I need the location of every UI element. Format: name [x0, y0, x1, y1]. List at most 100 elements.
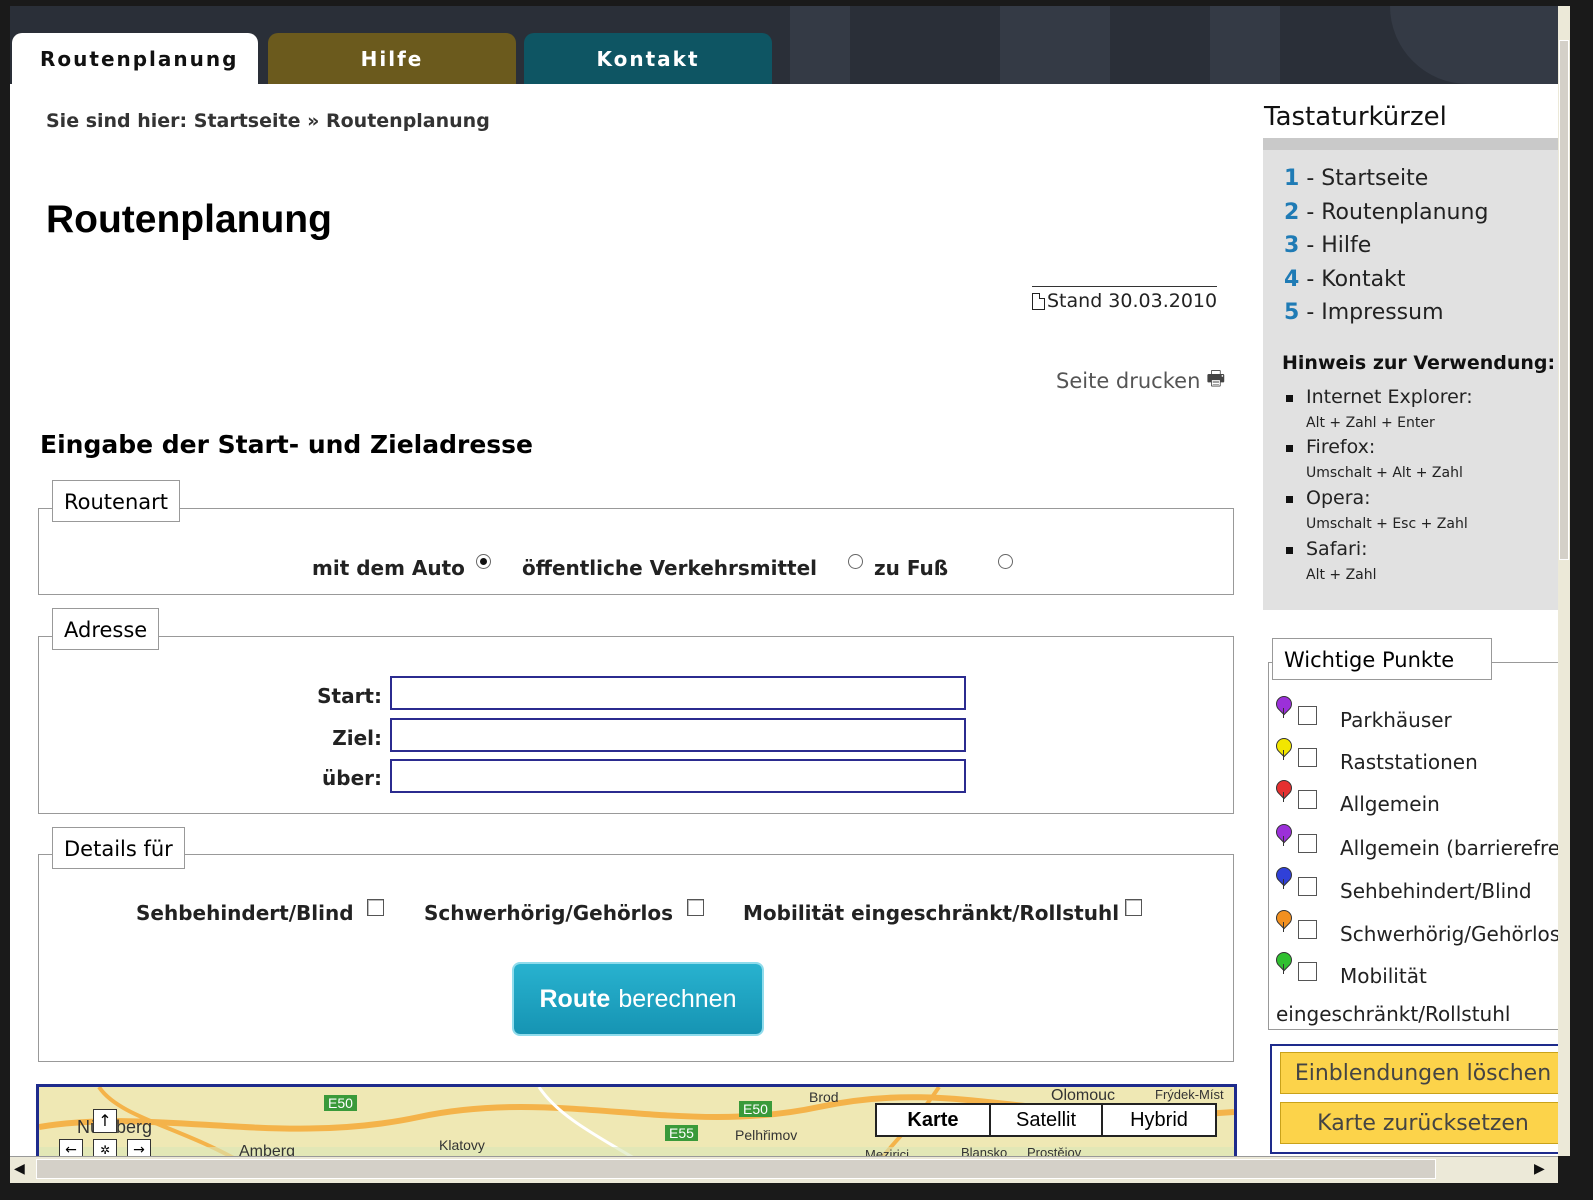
map[interactable]: E50 E50 E55 Amberg Klatovy Brod Pelhřimo… [36, 1084, 1237, 1156]
poi-checkbox[interactable] [1298, 706, 1317, 725]
poi-label-wrap: eingeschränkt/Rollstuhl [1276, 1002, 1511, 1026]
browser-viewport: Routenplanung Hilfe Kontakt Sie sind hie… [10, 6, 1558, 1156]
clear-overlays-button[interactable]: Einblendungen löschen [1280, 1052, 1558, 1094]
route-button-rest: berechnen [618, 984, 737, 1013]
route-berechnen-button[interactable]: Route berechnen [514, 964, 762, 1034]
vertical-scroll-thumb[interactable] [1559, 40, 1569, 560]
details-legend: Details für [52, 827, 185, 869]
hint-safari-keys: Alt + Zahl [1306, 567, 1377, 583]
radio-auto[interactable] [476, 554, 491, 569]
poi-checkbox[interactable] [1298, 920, 1317, 939]
document-icon [1032, 292, 1045, 310]
header-decoration [1390, 6, 1558, 84]
start-input[interactable] [390, 676, 966, 710]
print-label: Seite drucken [1056, 369, 1201, 393]
scroll-left-icon[interactable]: ◀ [14, 1161, 25, 1177]
poi-label: Sehbehindert/Blind [1340, 879, 1532, 903]
horizontal-scrollbar[interactable]: ◀ ▶ [10, 1156, 1558, 1183]
hint-opera: Opera: [1286, 487, 1371, 509]
map-label: Mezirici [865, 1147, 910, 1156]
details-label-gehoerlos: Schwerhörig/Gehörlos [424, 901, 674, 925]
sidebar-title: Tastaturkürzel [1264, 102, 1447, 132]
hint-title: Hinweis zur Verwendung: [1282, 352, 1556, 374]
horizontal-scroll-thumb[interactable] [36, 1159, 1436, 1179]
tab-kontakt[interactable]: Kontakt [524, 33, 772, 84]
shortcut-startseite[interactable]: 1 - Startseite [1284, 166, 1428, 191]
map-label: Blansko [961, 1145, 1008, 1156]
poi-checkbox[interactable] [1298, 748, 1317, 767]
map-pan-left-icon[interactable]: ← [59, 1139, 83, 1156]
routenart-fieldset [38, 508, 1234, 595]
tab-routenplanung[interactable]: Routenplanung [12, 33, 258, 84]
map-label: E55 [665, 1125, 698, 1141]
radio-label-auto: mit dem Auto [312, 556, 465, 580]
shortcut-kontakt[interactable]: 4 - Kontakt [1284, 267, 1405, 292]
map-label: E50 [739, 1101, 772, 1117]
map-type-karte[interactable]: Karte [875, 1103, 991, 1137]
map-type-satellit[interactable]: Satellit [989, 1103, 1103, 1137]
map-label: Pelhřimov [735, 1127, 798, 1143]
details-label-rollstuhl: Mobilität eingeschränkt/Rollstuhl [743, 901, 1120, 925]
details-label-blind: Sehbehindert/Blind [136, 901, 354, 925]
poi-label: Schwerhörig/Gehörlos [1340, 922, 1558, 946]
poi-legend: Wichtige Punkte [1272, 638, 1492, 680]
shortcuts-box-top [1263, 138, 1558, 150]
scroll-right-icon[interactable]: ▶ [1534, 1161, 1545, 1177]
reset-map-button[interactable]: Karte zurücksetzen [1280, 1102, 1558, 1144]
radio-oepnv[interactable] [848, 554, 864, 569]
map-center-icon[interactable]: ✲ [93, 1139, 117, 1156]
ziel-label: Ziel: [332, 726, 382, 750]
poi-checkbox[interactable] [1298, 790, 1317, 809]
poi-label: Allgemein [1340, 792, 1440, 816]
route-button-bold: Route [539, 984, 611, 1013]
hint-ie-keys: Alt + Zahl + Enter [1306, 415, 1435, 431]
shortcut-impressum[interactable]: 5 - Impressum [1284, 300, 1444, 325]
hint-firefox-keys: Umschalt + Alt + Zahl [1306, 465, 1463, 481]
tab-hilfe[interactable]: Hilfe [268, 33, 516, 84]
map-pan-up-icon[interactable]: ↑ [93, 1109, 117, 1133]
poi-checkbox[interactable] [1298, 834, 1317, 853]
poi-label: Allgemein (barrierefrei) [1340, 836, 1558, 860]
printer-icon: 🖶 [1206, 366, 1226, 390]
start-label: Start: [317, 684, 382, 708]
map-pan-right-icon[interactable]: → [127, 1139, 151, 1156]
hint-safari: Safari: [1286, 538, 1368, 560]
poi-label: Raststationen [1340, 750, 1478, 774]
map-label: Prostějov [1027, 1145, 1082, 1156]
header-decoration [1210, 6, 1280, 84]
ueber-input[interactable] [390, 759, 966, 793]
map-label: Frýdek-Míst [1155, 1087, 1224, 1102]
ueber-label: über: [322, 766, 382, 790]
poi-checkbox[interactable] [1298, 962, 1317, 981]
last-updated-text: Stand 30.03.2010 [1047, 290, 1218, 312]
adresse-legend: Adresse [52, 608, 160, 650]
hint-opera-keys: Umschalt + Esc + Zahl [1306, 516, 1468, 532]
print-link[interactable]: Seite drucken 🖶 [1056, 364, 1225, 398]
header-decoration [790, 6, 850, 84]
header-decoration [1000, 6, 1110, 84]
map-label: Klatovy [439, 1137, 485, 1153]
checkbox-rollstuhl[interactable] [1125, 899, 1142, 916]
radio-label-fuss: zu Fuß [874, 556, 949, 580]
section-title: Eingabe der Start- und Zieladresse [40, 430, 534, 459]
ziel-input[interactable] [390, 718, 966, 752]
page-title: Routenplanung [46, 198, 332, 241]
hint-firefox: Firefox: [1286, 436, 1375, 458]
breadcrumb: Sie sind hier: Startseite » Routenplanun… [46, 110, 490, 132]
shortcut-routenplanung[interactable]: 2 - Routenplanung [1284, 200, 1488, 225]
site-header: Routenplanung Hilfe Kontakt [10, 6, 1558, 84]
map-label: Amberg [239, 1143, 296, 1156]
radio-label-oepnv: öffentliche Verkehrsmittel [522, 556, 818, 580]
map-label: Brod [809, 1089, 839, 1105]
map-type-hybrid[interactable]: Hybrid [1101, 1103, 1217, 1137]
poi-checkbox[interactable] [1298, 877, 1317, 896]
checkbox-blind[interactable] [367, 899, 384, 916]
map-label: E50 [324, 1095, 357, 1111]
routenart-legend: Routenart [52, 480, 181, 522]
poi-label: Mobilität [1340, 964, 1427, 988]
poi-label: Parkhäuser [1340, 708, 1452, 732]
checkbox-gehoerlos[interactable] [687, 899, 704, 916]
shortcut-hilfe[interactable]: 3 - Hilfe [1284, 233, 1371, 258]
last-updated: Stand 30.03.2010 [1032, 286, 1218, 312]
hint-ie: Internet Explorer: [1286, 386, 1473, 408]
